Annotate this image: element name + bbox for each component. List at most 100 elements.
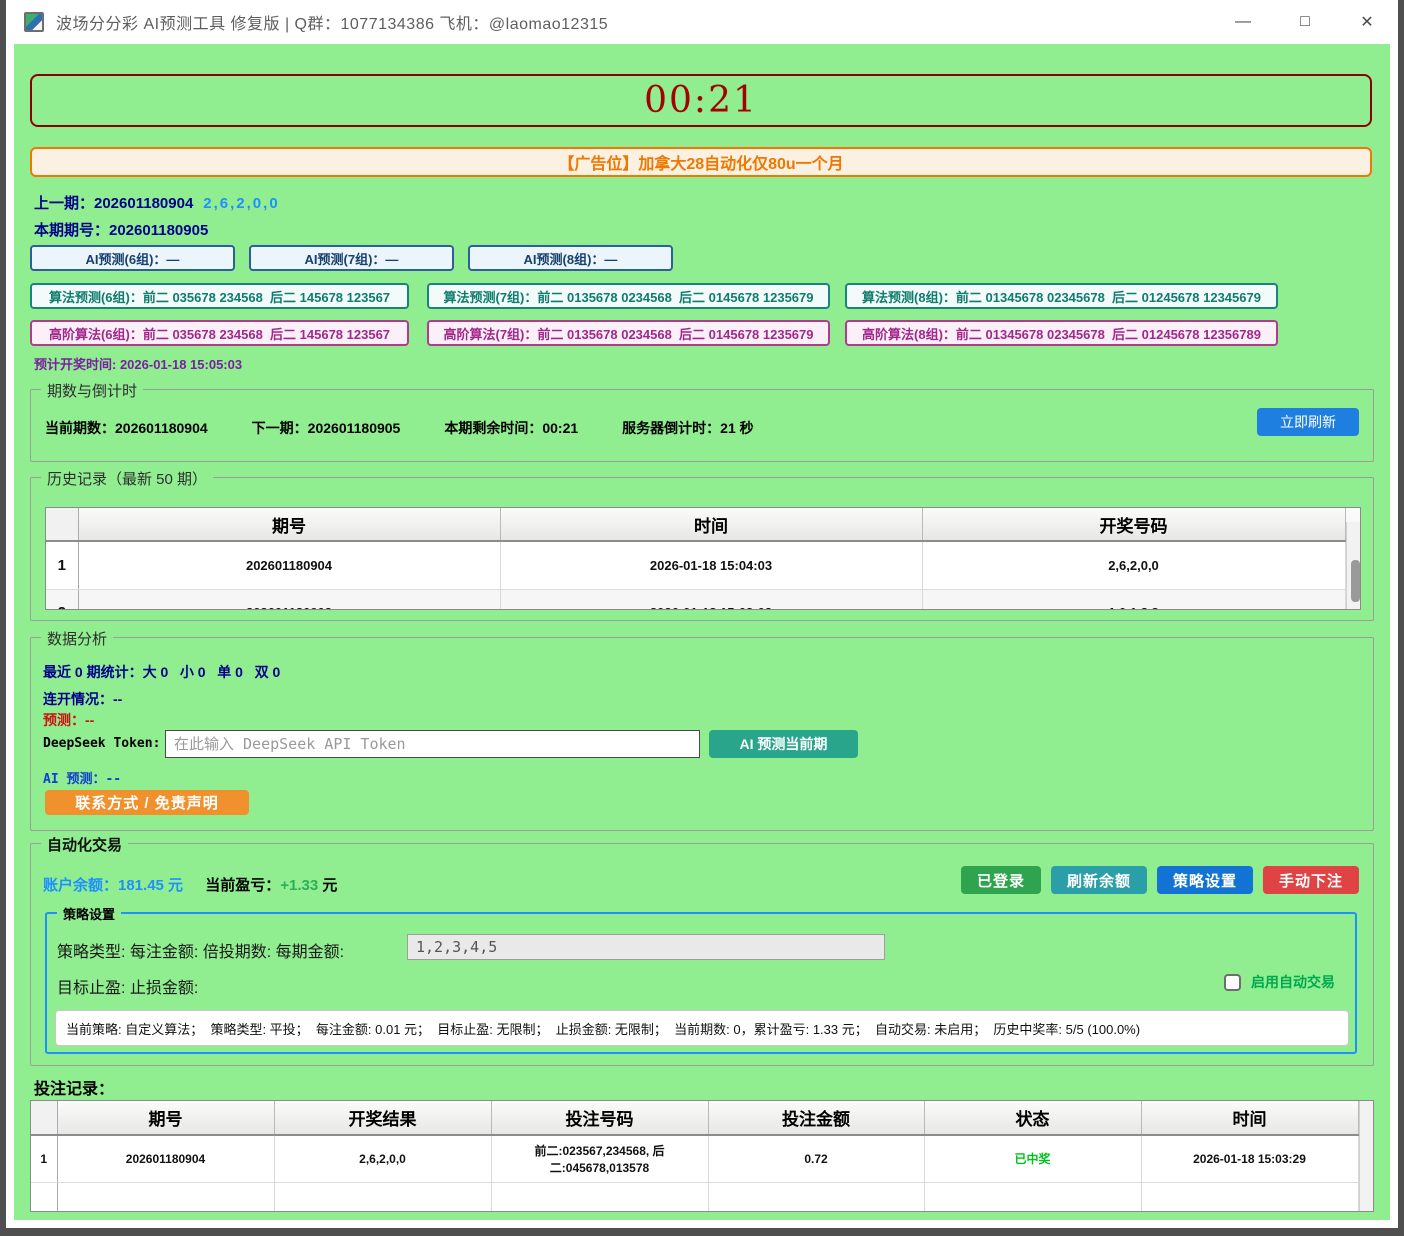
- bets-col-numbers[interactable]: 投注号码: [491, 1101, 708, 1135]
- window-title: 波场分分彩 AI预测工具 修复版 | Q群：1077134386 飞机：@lao…: [56, 10, 608, 34]
- bet-row-1-numbers: 前二:023567,234568, 后二:045678,013578: [491, 1135, 708, 1183]
- main-panel: 00:21 【广告位】加拿大28自动化仅80u一个月 上一期：202601180…: [14, 44, 1390, 1220]
- auto-trade-toggle[interactable]: 启用自动交易: [1224, 972, 1335, 992]
- maximize-icon[interactable]: □: [1274, 0, 1336, 44]
- strategy-settings-group: 策略设置 策略类型: 每注金额: 倍投期数: 每期金额: 目标止盈: 止损金额:…: [45, 912, 1357, 1054]
- analysis-group-legend: 数据分析: [41, 628, 113, 649]
- algo-predict-7: 算法预测(7组)：前二 0135678 0234568 后二 0145678 1…: [427, 283, 830, 309]
- forecast-text: 预测：--: [43, 710, 94, 730]
- current-draw-label: 本期期号：202601180905: [34, 222, 208, 239]
- previous-draw-label: 上一期：202601180904: [34, 195, 193, 212]
- refresh-balance-button[interactable]: 刷新余额: [1051, 866, 1147, 894]
- auto-trade-checkbox[interactable]: [1224, 974, 1241, 991]
- bet-row-1-result: 2,6,2,0,0: [274, 1135, 491, 1183]
- history-scrollbar-cell: [1345, 508, 1361, 610]
- bet-row-1-time: 2026-01-18 15:03:29: [1141, 1135, 1358, 1183]
- bet-row-1[interactable]: 1 202601180904 2,6,2,0,0 前二:023567,23456…: [31, 1135, 1374, 1183]
- next-period: 下一期：202601180905: [252, 418, 401, 438]
- current-period: 当前期数：202601180904: [45, 418, 208, 438]
- history-row-2-index: 2: [46, 589, 78, 610]
- algo-predict-6: 算法预测(6组)：前二 035678 234568 后二 145678 1235…: [30, 283, 409, 309]
- strategy-group-legend: 策略设置: [57, 904, 121, 923]
- trading-group-legend: 自动化交易: [41, 834, 128, 855]
- history-row-2-time: 2026-01-18 15:03:03: [500, 589, 922, 610]
- app-icon: [24, 12, 44, 32]
- previous-draw-line: 上一期：202601180904 2,6,2,0,0: [34, 192, 280, 213]
- window-controls: — □ ✕: [1212, 0, 1398, 44]
- analysis-group: 数据分析 最近 0 期统计：大 0 小 0 单 0 双 0 连开情况：-- 预测…: [30, 637, 1374, 831]
- bet-empty-row: [31, 1182, 1374, 1211]
- strategy-settings-button[interactable]: 策略设置: [1157, 866, 1253, 894]
- previous-draw-numbers: 2,6,2,0,0: [203, 195, 279, 212]
- refresh-now-button[interactable]: 立即刷新: [1257, 408, 1359, 436]
- balance-row: 账户余额：181.45 元 当前盈亏：+1.33 元: [43, 874, 337, 895]
- ad-text: 【广告位】加拿大28自动化仅80u一个月: [558, 150, 843, 174]
- ai-predict-8-button[interactable]: AI预测(8组)：—: [468, 245, 673, 271]
- bet-records-table: 期号 开奖结果 投注号码 投注金额 状态 时间 1 202601180904 2…: [30, 1100, 1374, 1212]
- strategy-status-bar: 当前策略: 自定义算法； 策略类型: 平投； 每注金额: 0.01 元； 目标止…: [55, 1010, 1349, 1046]
- bets-corner-cell: [31, 1101, 57, 1135]
- history-row-2-period: 202601180903: [78, 589, 500, 610]
- history-table: 期号 时间 开奖号码 1 202601180904 2026-01-18 15:…: [45, 507, 1361, 610]
- app-window: 波场分分彩 AI预测工具 修复版 | Q群：1077134386 飞机：@lao…: [6, 0, 1398, 1228]
- bets-scrollbar-cell: [1358, 1101, 1374, 1211]
- contact-disclaimer-button[interactable]: 联系方式 / 免责声明: [45, 790, 249, 815]
- deepseek-token-label: DeepSeek Token:: [43, 736, 160, 751]
- history-row-1[interactable]: 1 202601180904 2026-01-18 15:04:03 2,6,2…: [46, 541, 1361, 589]
- pnl-label: 当前盈亏：: [205, 877, 280, 894]
- bets-scrollbar[interactable]: [1359, 1101, 1375, 1211]
- streak-status: 连开情况：--: [43, 689, 122, 709]
- history-col-time[interactable]: 时间: [500, 508, 922, 541]
- bets-col-amount[interactable]: 投注金额: [708, 1101, 924, 1135]
- bets-col-period[interactable]: 期号: [57, 1101, 274, 1135]
- auto-trading-group: 自动化交易 账户余额：181.45 元 当前盈亏：+1.33 元 已登录 刷新余…: [30, 843, 1374, 1066]
- ad-banner[interactable]: 【广告位】加拿大28自动化仅80u一个月: [30, 147, 1372, 177]
- per-period-amount-input[interactable]: [407, 934, 885, 960]
- countdown-timer: 00:21: [644, 80, 758, 121]
- bet-row-1-index: 1: [31, 1135, 57, 1183]
- history-group-legend: 历史记录（最新 50 期）: [41, 468, 213, 489]
- bets-col-time[interactable]: 时间: [1141, 1101, 1358, 1135]
- remaining-time: 本期剩余时间：00:21: [444, 418, 578, 438]
- history-scrollbar[interactable]: [1346, 522, 1362, 611]
- history-row-2-numbers: 1,0,1,8,3: [922, 589, 1345, 610]
- history-header-row: 期号 时间 开奖号码: [46, 508, 1361, 541]
- history-col-period[interactable]: 期号: [78, 508, 500, 541]
- logged-in-button[interactable]: 已登录: [961, 866, 1041, 894]
- minimize-icon[interactable]: —: [1212, 0, 1274, 44]
- period-info-row: 当前期数：202601180904 下一期：202601180905 本期剩余时…: [45, 418, 754, 438]
- history-row-1-index: 1: [46, 541, 78, 589]
- bet-records-title: 投注记录：: [34, 1075, 114, 1099]
- strategy-row1-labels: 策略类型: 每注金额: 倍投期数: 每期金额:: [57, 938, 344, 962]
- pnl-value: +1.33: [280, 877, 318, 894]
- advanced-algo-6: 高阶算法(6组)：前二 035678 234568 后二 145678 1235…: [30, 320, 409, 346]
- history-row-1-period: 202601180904: [78, 541, 500, 589]
- ai-predict-6-button[interactable]: AI预测(6组)：—: [30, 245, 235, 271]
- countdown-box: 00:21: [30, 74, 1372, 127]
- history-group: 历史记录（最新 50 期） 期号 时间 开奖号码: [30, 477, 1374, 621]
- auto-trade-label: 启用自动交易: [1251, 972, 1335, 992]
- algo-predict-8: 算法预测(8组)：前二 01345678 02345678 后二 0124567…: [845, 283, 1278, 309]
- ai-predict-current-button[interactable]: AI 预测当前期: [709, 730, 858, 758]
- deepseek-token-input[interactable]: [165, 730, 700, 758]
- manual-bet-button[interactable]: 手动下注: [1263, 866, 1359, 894]
- bets-header-row: 期号 开奖结果 投注号码 投注金额 状态 时间: [31, 1101, 1374, 1135]
- history-col-numbers[interactable]: 开奖号码: [922, 508, 1345, 541]
- advanced-algo-8: 高阶算法(8组)：前二 01345678 02345678 后二 0124567…: [845, 320, 1278, 346]
- ai-prediction-row: AI预测(6组)：— AI预测(7组)：— AI预测(8组)：—: [30, 245, 673, 271]
- trading-buttons: 已登录 刷新余额 策略设置 手动下注: [961, 866, 1359, 894]
- history-corner-cell: [46, 508, 78, 541]
- bets-col-status[interactable]: 状态: [924, 1101, 1141, 1135]
- current-draw-line: 本期期号：202601180905: [34, 219, 208, 240]
- period-group-legend: 期数与倒计时: [41, 380, 143, 401]
- history-scrollbar-thumb[interactable]: [1351, 560, 1360, 602]
- close-icon[interactable]: ✕: [1336, 0, 1398, 44]
- advanced-algo-7: 高阶算法(7组)：前二 0135678 0234568 后二 0145678 1…: [427, 320, 830, 346]
- recent-stats: 最近 0 期统计：大 0 小 0 单 0 双 0: [43, 662, 280, 682]
- account-balance: 账户余额：181.45 元: [43, 877, 183, 894]
- history-row-2[interactable]: 2 202601180903 2026-01-18 15:03:03 1,0,1…: [46, 589, 1361, 610]
- strategy-row2-labels: 目标止盈: 止损金额:: [57, 974, 198, 998]
- bets-col-result[interactable]: 开奖结果: [274, 1101, 491, 1135]
- title-bar: 波场分分彩 AI预测工具 修复版 | Q群：1077134386 飞机：@lao…: [6, 0, 1398, 44]
- ai-predict-7-button[interactable]: AI预测(7组)：—: [249, 245, 454, 271]
